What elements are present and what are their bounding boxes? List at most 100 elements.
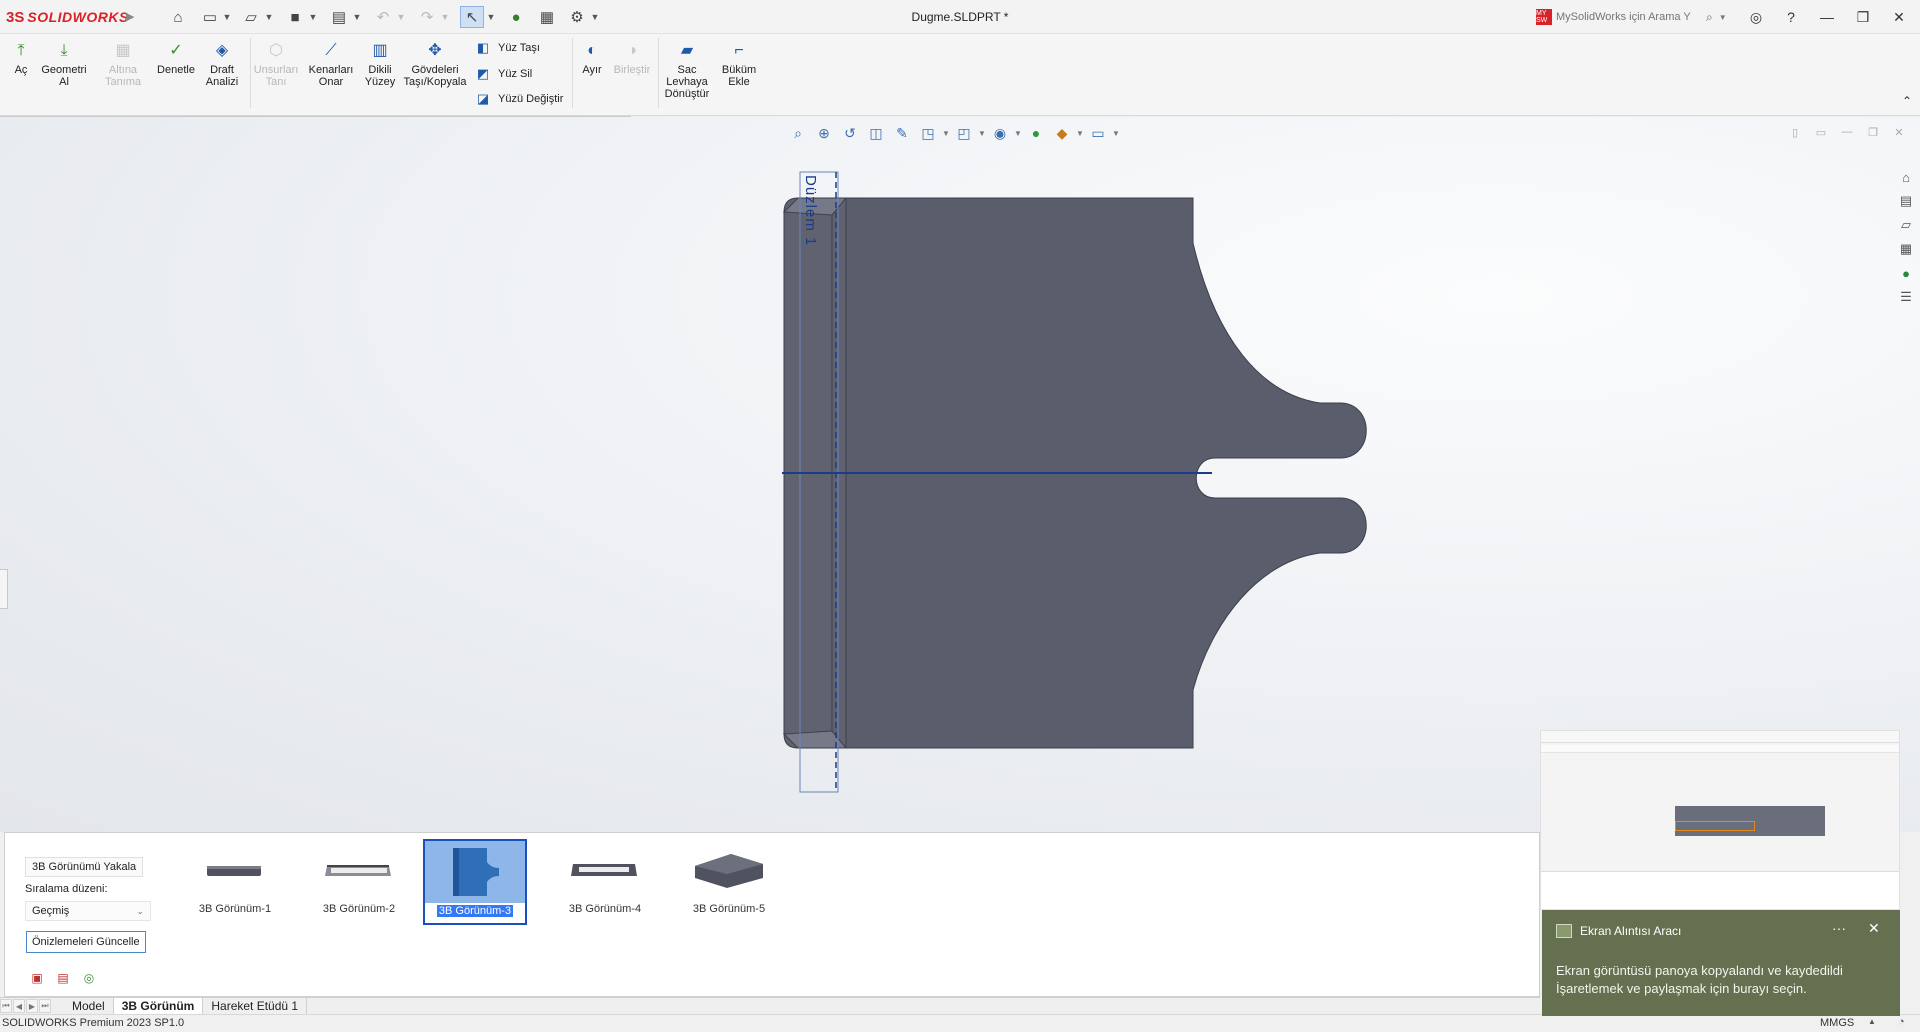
publish-step-icon[interactable]: ▤ [53, 969, 73, 987]
select-dropdown-icon[interactable]: ▼ [486, 6, 496, 28]
capture-3d-view-button[interactable]: 3B Görünümü Yakala [25, 857, 144, 877]
3d-view-thumbnail-selected[interactable]: 3B Görünüm-3 [423, 839, 527, 925]
design-library-icon[interactable]: ▤ [1894, 189, 1918, 213]
viewport-close-icon[interactable]: ✕ [1888, 124, 1910, 140]
viewport-restore-icon[interactable]: ❐ [1862, 124, 1884, 140]
screenshot-preview[interactable] [1540, 730, 1900, 910]
hide-show-dropdown-icon[interactable]: ▼ [1013, 122, 1023, 144]
file-properties-icon[interactable]: ▦ [536, 6, 558, 28]
move-copy-bodies-button[interactable]: ✥ Gövdeleri Taşı/Kopyala [404, 40, 467, 89]
previous-view-icon[interactable]: ↺ [837, 122, 863, 144]
3d-view-thumbnail[interactable]: 3B Görünüm-1 [183, 839, 287, 925]
menu-expand-icon[interactable]: ▶ [126, 10, 134, 23]
options-dropdown-icon[interactable]: ▼ [590, 6, 600, 28]
home-icon[interactable]: ⌂ [166, 6, 190, 28]
new-dropdown-icon[interactable]: ▼ [222, 6, 232, 28]
previous-tab-icon[interactable]: ◀ [13, 999, 25, 1013]
section-view-icon[interactable]: ◫ [863, 122, 889, 144]
altna-tanma-button[interactable]: ▦ Altına Tanıma [98, 40, 148, 89]
display-style-dropdown-icon[interactable]: ▼ [977, 122, 987, 144]
draft-analysis-button[interactable]: ◈ Draft Analizi [200, 40, 244, 89]
view-palette-icon[interactable]: ▦ [1894, 237, 1918, 261]
search-input[interactable] [1556, 11, 1706, 23]
search-icon[interactable]: ⌕ [1706, 10, 1713, 25]
next-tab-icon[interactable]: ▶ [26, 999, 38, 1013]
undo-dropdown-icon[interactable]: ▼ [396, 6, 406, 28]
model-tab[interactable]: Model [64, 997, 114, 1015]
knit-surface-button[interactable]: ▥ Dikili Yüzey [360, 40, 400, 89]
model-tab[interactable]: 3B Görünüm [113, 997, 204, 1015]
first-tab-icon[interactable]: ⏮ [0, 999, 12, 1013]
collapse-ribbon-icon[interactable]: ⌃ [1902, 94, 1912, 108]
move-face-button[interactable]: ◧ Yüz Taşı [474, 39, 540, 57]
dynamic-annotation-icon[interactable]: ✎ [889, 122, 915, 144]
viewport-minimize-icon[interactable]: — [1836, 124, 1858, 140]
heal-edges-button[interactable]: ⟋ Kenarları Onar [306, 40, 356, 89]
part-model[interactable] [0, 117, 1920, 832]
view-settings-dropdown-icon[interactable]: ▼ [1111, 122, 1121, 144]
recognize-features-button[interactable]: ⬡ Unsurları Tanı [252, 40, 300, 89]
minimize-icon[interactable]: — [1812, 4, 1842, 30]
split-button[interactable]: ◐ Ayır [578, 40, 606, 77]
new-document-icon[interactable]: ▭ [200, 6, 220, 28]
search-dropdown-icon[interactable]: ▼ [1719, 13, 1727, 22]
check-button[interactable]: ✓ Denetle [154, 40, 198, 77]
view-orientation-icon[interactable]: ◳ [915, 122, 941, 144]
combine-button[interactable]: ◑ Birleştir [610, 40, 654, 77]
mysolidworks-search[interactable]: MY SW ⌕ ▼ [1536, 6, 1736, 28]
units-dropdown-icon[interactable]: ▲ [1868, 1017, 1876, 1026]
graphics-area[interactable]: Düzlem 1 z [0, 117, 1920, 923]
delete-face-button[interactable]: ◩ Yüz Sil [474, 65, 532, 83]
save-icon[interactable]: ■ [284, 6, 306, 28]
viewport-split-icon[interactable]: ▯ [1784, 124, 1806, 140]
close-icon[interactable]: ✕ [1884, 4, 1914, 30]
sort-order-select[interactable]: Geçmiş ⌄ [25, 901, 151, 921]
feature-manager-expand-handle[interactable] [0, 569, 8, 609]
file-explorer-icon[interactable]: ▱ [1894, 213, 1918, 237]
viewport-tile-icon[interactable]: ▭ [1810, 124, 1832, 140]
zoom-to-fit-icon[interactable]: ⌕ [785, 122, 811, 144]
open-dropdown-icon[interactable]: ▼ [264, 6, 274, 28]
edit-appearance-icon[interactable]: ● [1023, 122, 1049, 144]
publish-edrawings-icon[interactable]: ◎ [79, 969, 99, 987]
update-previews-button[interactable]: Önizlemeleri Güncelle [26, 931, 146, 953]
view-orientation-dropdown-icon[interactable]: ▼ [941, 122, 951, 144]
more-options-icon[interactable]: ··· [1832, 920, 1846, 936]
resources-home-icon[interactable]: ⌂ [1894, 165, 1918, 189]
model-tab[interactable]: Hareket Etüdü 1 [203, 997, 308, 1015]
help-icon[interactable]: ? [1776, 4, 1806, 30]
account-icon[interactable]: ◎ [1741, 4, 1771, 30]
snipping-tool-notification[interactable]: Ekran Alıntısı Aracı ··· ✕ Ekran görüntü… [1542, 910, 1900, 1016]
3d-view-thumbnail[interactable]: 3B Görünüm-5 [677, 839, 781, 925]
view-settings-icon[interactable]: ▭ [1085, 122, 1111, 144]
appearances-icon[interactable]: ● [1894, 261, 1918, 285]
rebuild-icon[interactable]: ● [506, 6, 526, 28]
print-dropdown-icon[interactable]: ▼ [352, 6, 362, 28]
save-dropdown-icon[interactable]: ▼ [308, 6, 318, 28]
apply-scene-icon[interactable]: ◆ [1049, 122, 1075, 144]
custom-properties-icon[interactable]: ☰ [1894, 285, 1918, 309]
import-geometry-button[interactable]: ⤓ Geometri Al [38, 40, 90, 89]
restore-icon[interactable]: ❐ [1848, 4, 1878, 30]
3d-view-thumbnail[interactable]: 3B Görünüm-2 [307, 839, 411, 925]
replace-face-button[interactable]: ◪ Yüzü Değiştir [474, 90, 564, 108]
3d-view-thumbnail[interactable]: 3B Görünüm-4 [553, 839, 657, 925]
last-tab-icon[interactable]: ⏭ [39, 999, 51, 1013]
open-button[interactable]: ⤒ Aç [8, 40, 34, 77]
zoom-to-area-icon[interactable]: ⊕ [811, 122, 837, 144]
print-icon[interactable]: ▤ [328, 6, 350, 28]
unit-system[interactable]: MMGS [1820, 1017, 1854, 1029]
display-style-icon[interactable]: ◰ [951, 122, 977, 144]
open-folder-icon[interactable]: ▱ [240, 6, 262, 28]
insert-bends-button[interactable]: ⌐ Büküm Ekle [716, 40, 762, 89]
hide-show-items-icon[interactable]: ◉ [987, 122, 1013, 144]
redo-dropdown-icon[interactable]: ▼ [440, 6, 450, 28]
scene-dropdown-icon[interactable]: ▼ [1075, 122, 1085, 144]
solidworks-logo[interactable]: 3S SOLIDWORKS [6, 8, 129, 26]
options-gear-icon[interactable]: ⚙ [566, 6, 588, 28]
close-notification-icon[interactable]: ✕ [1868, 920, 1880, 937]
rebuild-status-icon[interactable]: ◔ [1898, 1016, 1905, 1028]
publish-3dpdf-icon[interactable]: ▣ [27, 969, 47, 987]
redo-icon[interactable]: ↷ [416, 6, 438, 28]
convert-to-sheet-metal-button[interactable]: ▰ Sac Levhaya Dönüştür [660, 40, 714, 101]
